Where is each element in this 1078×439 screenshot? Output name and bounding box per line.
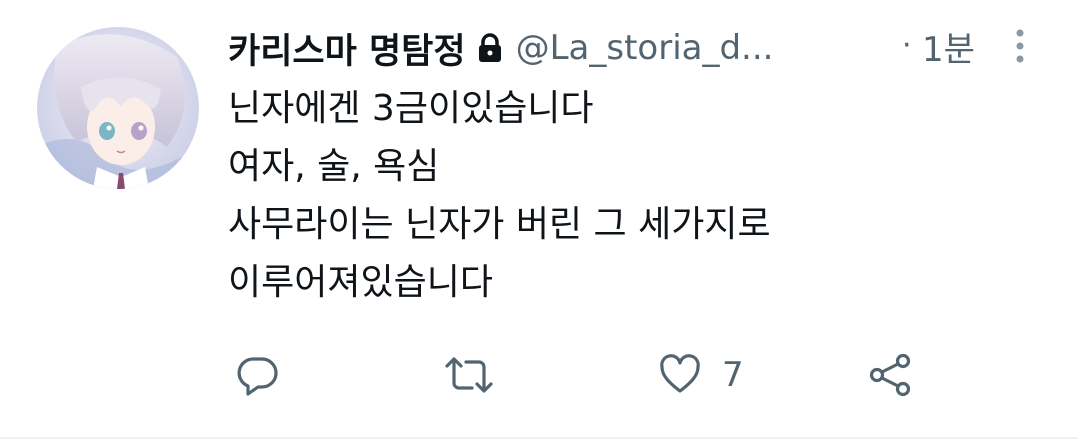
tweet-text: 닌자에겐 3금이있습니다 여자, 술, 욕심 사무라이는 닌자가 버린 그 세가… [228, 80, 1048, 312]
tweet-text-line: 이루어져있습니다 [228, 262, 493, 303]
tweet[interactable]: 카리스마 명탐정 @La_storia_d... · 1분 닌자에겐 3금이있습… [0, 0, 1078, 439]
retweet-button[interactable] [443, 340, 495, 410]
retweet-icon [443, 353, 495, 397]
share-button[interactable] [868, 340, 914, 410]
share-icon [868, 353, 914, 397]
reply-button[interactable] [236, 340, 280, 410]
action-bar: 7 [0, 340, 1078, 410]
tweet-header: 카리스마 명탐정 @La_storia_d... [228, 22, 773, 74]
heart-icon [658, 353, 702, 397]
tweet-text-line: 사무라이는 닌자가 버린 그 세가지로 [228, 204, 771, 245]
display-name[interactable]: 카리스마 명탐정 [228, 23, 466, 74]
lock-icon [476, 32, 504, 64]
timestamp[interactable]: 1분 [922, 22, 975, 71]
reply-icon [236, 353, 280, 397]
like-count: 7 [722, 355, 744, 395]
handle[interactable]: @La_storia_d... [516, 28, 774, 68]
vertical-ellipsis-icon[interactable] [1010, 28, 1030, 68]
tweet-text-line: 닌자에겐 3금이있습니다 [228, 88, 594, 129]
separator-dot: · [902, 28, 912, 63]
avatar[interactable] [37, 27, 199, 189]
avatar-illustration [37, 27, 199, 189]
like-button[interactable]: 7 [658, 340, 744, 410]
tweet-text-line: 여자, 술, 욕심 [228, 146, 440, 187]
